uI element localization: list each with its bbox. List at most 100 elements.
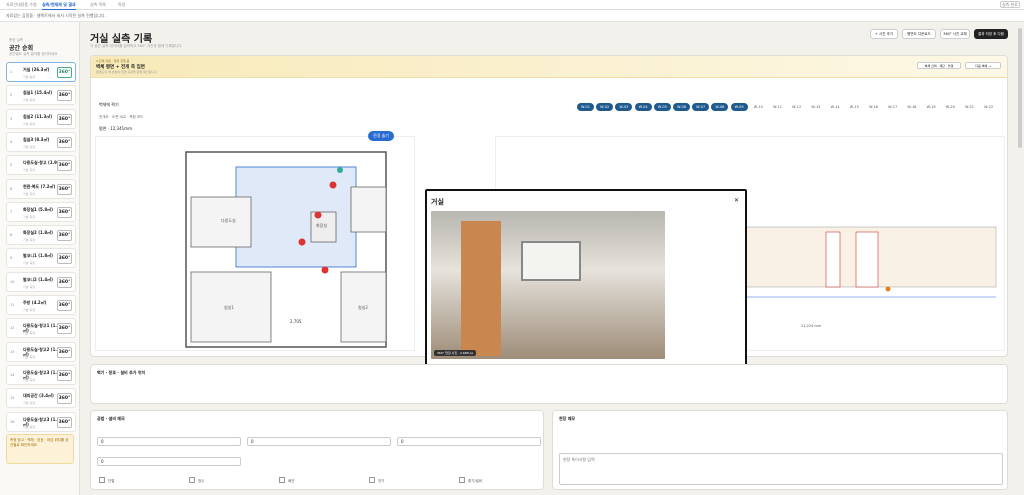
room-label: 화장실 [316, 222, 327, 228]
view-360-button[interactable]: 360° [57, 113, 72, 125]
item-number: 7 [10, 209, 13, 214]
wall-chip[interactable]: W-20 [942, 103, 959, 111]
view-360-button[interactable]: 360° [57, 160, 72, 172]
wall-chip[interactable]: W-06 [673, 103, 690, 111]
view-360-button[interactable]: 360° [57, 346, 72, 358]
view-360-button[interactable]: 360° [57, 300, 72, 311]
mode-label: 전개도 · 도면 비교 · 측정 모드 [99, 115, 144, 119]
sidebar-item[interactable]: 4 침실3 (8.3㎡) 기본 측정 360° [6, 131, 76, 152]
floor-plan-svg: 다용도실 침실1 침실2 화장실 2,705 [185, 151, 387, 348]
view-360-button[interactable]: 360° [57, 369, 72, 381]
sidebar-item[interactable]: 11 주방 (4.2㎡) 기본 측정 360° [6, 295, 76, 315]
wall-chip[interactable]: W-03 [615, 103, 633, 111]
sidebar-item[interactable]: 15 대피공간 (3.4㎡) 기본 측정 360° [6, 388, 76, 409]
check-3[interactable]: 전기 [369, 477, 384, 484]
photo-title: 거실 [431, 198, 444, 206]
sidebar-item[interactable]: 16 다용도실·창고3 (1.3㎡) 기본 측정 360° [6, 411, 76, 432]
photo-caption: 360° 현장 사진 · 2,688 px [434, 350, 477, 356]
add-photo-button[interactable]: + 사진 추가 [870, 29, 898, 39]
wall-chip[interactable]: W-21 [961, 103, 978, 111]
item-status: 기본 측정 [23, 401, 35, 406]
check-1[interactable]: 방수 [189, 477, 204, 484]
wall-chip[interactable]: W-08 [711, 103, 729, 111]
field-0[interactable]: 0 [97, 437, 241, 446]
plan-size: 평면 · 12,341mm [99, 126, 132, 131]
replace-photo-button[interactable]: 360° 사진 교체 [940, 29, 970, 39]
sidebar: 현장 실측 공간 순회 공간별로 실측 결과를 정리하세요 1 거실 (26.3㎡… [0, 22, 80, 495]
wall-chip[interactable]: W-04 [634, 103, 652, 111]
wall-chip[interactable]: W-05 [653, 103, 671, 111]
item-status: 기본 측정 [23, 354, 35, 359]
complete-button[interactable]: 실측 완료 [1000, 1, 1020, 8]
field-1[interactable]: 0 [247, 437, 391, 446]
sidebar-item[interactable]: 2 침실1 (15.4㎡) 기본 측정 360° [6, 85, 76, 106]
view-360-button[interactable]: 360° [57, 253, 72, 265]
check-4[interactable]: 환기/설비 [459, 477, 482, 484]
view-360-button[interactable]: 360° [57, 276, 72, 288]
item-number: 13 [10, 349, 15, 354]
view-360-button[interactable]: 360° [57, 323, 72, 335]
wall-chip[interactable]: W-17 [884, 103, 901, 111]
sidebar-item[interactable]: 7 화장실1 (5.8㎡) 기본 측정 360° [6, 201, 76, 222]
next-wall-button[interactable]: 다음 벽체 → [965, 62, 1001, 69]
view-360-button[interactable]: 360° [57, 206, 72, 218]
wall-chip[interactable]: W-22 [980, 103, 997, 111]
wall-chip[interactable]: W-10 [750, 103, 767, 111]
wall-chip[interactable]: W-14 [827, 103, 844, 111]
view-360-button[interactable]: 360° [57, 136, 72, 148]
field-3[interactable]: 0 [97, 457, 241, 466]
wall-chip[interactable]: W-16 [865, 103, 882, 111]
check-0[interactable]: 단열 [99, 477, 114, 484]
wall-select-button[interactable]: 벽체 선택 · 재단 · 촬영 [917, 62, 961, 69]
item-number: 9 [10, 256, 13, 261]
top-bar: 자료안내용품 수령 실측/현재재 및 결과 실측 목록 특정 실측 완료 [0, 0, 1024, 10]
scrollbar[interactable] [1018, 28, 1022, 148]
photo-popup[interactable]: 거실 ✕ 360° 현장 사진 · 2,688 px 실측 기록 사진 · 벽면… [425, 189, 747, 372]
memo-title: 현장 메모 [559, 416, 576, 421]
panorama-image[interactable]: 360° 현장 사진 · 2,688 px [431, 211, 665, 359]
field-2[interactable]: 0 [397, 437, 541, 446]
memo-textarea[interactable] [559, 453, 1003, 485]
tab-0[interactable]: 자료안내용품 수령 [6, 2, 37, 8]
sidebar-item[interactable]: 1 거실 (26.3㎡) 기본 활성 360° [6, 62, 76, 82]
wall-chip[interactable]: W-12 [788, 103, 805, 111]
plan-toggle-button[interactable]: 전경 솔기 [368, 131, 394, 141]
sidebar-item[interactable]: 8 화장실2 (1.8㎡) 기본 측정 360° [6, 225, 76, 246]
sidebar-note: 측정 참고 · 벽체 · 창호 · 마감 위치를 공간별로 확인하세요. [6, 434, 74, 464]
wall-chip[interactable]: W-09 [730, 103, 748, 111]
view-360-button[interactable]: 360° [57, 90, 72, 102]
sidebar-item[interactable]: 3 침실2 (11.3㎡) 기본 측정 360° [6, 108, 76, 129]
download-button[interactable]: 평면도 다운로드 [902, 29, 936, 39]
check-2[interactable]: 배관 [279, 477, 294, 484]
tab-2[interactable]: 실측 목록 [90, 2, 106, 8]
view-360-button[interactable]: 360° [57, 183, 72, 195]
banner-step: 4 단계 자료 · 입력 진행 중 [96, 59, 130, 63]
wall-chip[interactable]: W-19 [923, 103, 940, 111]
sidebar-item[interactable]: 10 발코니2 (1.4㎡) 기본 측정 360° [6, 271, 76, 292]
sidebar-item[interactable]: 14 다용도실·창고3 (1.3㎡) 기본 측정 360° [6, 364, 76, 385]
wall-chip[interactable]: W-18 [903, 103, 920, 111]
sidebar-item[interactable]: 12 다용도실·창고1 (1.3㎡) 기본 측정 360° [6, 318, 76, 339]
view-360-button[interactable]: 360° [57, 393, 72, 405]
floor-plan[interactable]: 다용도실 침실1 침실2 화장실 2,705 전경 솔기 [95, 131, 415, 351]
wall-panel: 4 단계 자료 · 입력 진행 중 벽체 평면 + 전개 측 입면 평면도의 벽… [90, 55, 1008, 372]
view-360-button[interactable]: 360° [57, 230, 72, 242]
sidebar-item[interactable]: 5 다용도실·창고 (1.9㎡) 기본 측정 360° [6, 155, 76, 176]
close-icon[interactable]: ✕ [734, 197, 739, 204]
wall-chip[interactable]: W-11 [769, 103, 786, 111]
save-next-button[interactable]: 결과 저장 후 다음 [974, 29, 1008, 39]
wall-chip[interactable]: W-15 [846, 103, 863, 111]
view-360-button[interactable]: 360° [57, 416, 72, 428]
tab-1[interactable]: 실측/현재재 및 결과 [42, 2, 76, 10]
sidebar-item[interactable]: 9 발코니1 (1.8㎡) 기본 측정 360° [6, 248, 76, 269]
wall-chip[interactable]: W-02 [596, 103, 614, 111]
sidebar-item[interactable]: 13 다용도실·창고2 (1.3㎡) 기본 측정 360° [6, 341, 76, 362]
wall-chip[interactable]: W-13 [807, 103, 824, 111]
wall-chip[interactable]: W-07 [692, 103, 710, 111]
process-title: 공법 · 설비 메모 [97, 416, 125, 421]
wall-chip[interactable]: W-01 [577, 103, 594, 111]
tab-3[interactable]: 특정 [118, 2, 125, 8]
sidebar-item[interactable]: 6 현관·복도 (7.2㎡) 기본 측정 360° [6, 178, 76, 199]
item-status: 기본 측정 [23, 284, 35, 289]
view-360-button[interactable]: 360° [57, 67, 72, 78]
